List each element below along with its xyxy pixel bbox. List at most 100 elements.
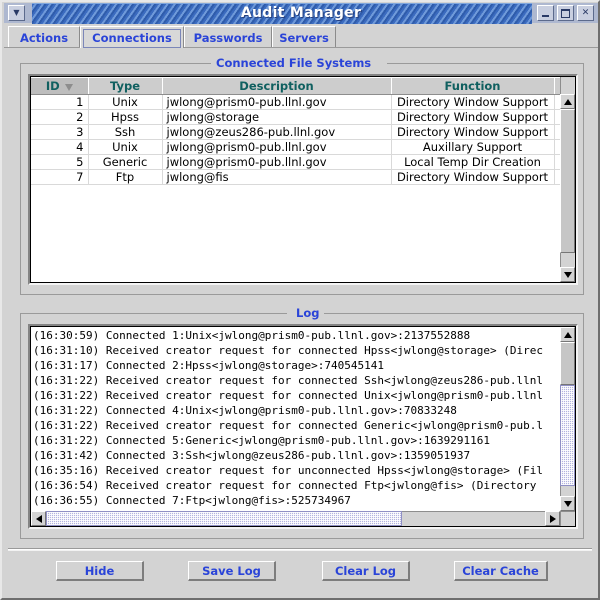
- log-scroll-left-button[interactable]: [31, 511, 46, 526]
- log-line: (16:31:42) Connected 3:Ssh<jwlong@zeus28…: [33, 449, 471, 462]
- log-title: Log: [291, 306, 325, 320]
- tab-passwords[interactable]: Passwords: [184, 26, 272, 48]
- log-viewport: (16:30:59) Connected 1:Unix<jwlong@prism…: [30, 326, 576, 527]
- minimize-button[interactable]: [537, 5, 554, 21]
- tab-strip: Actions Connections Passwords Servers: [4, 24, 598, 48]
- log-scrollpane: (16:30:59) Connected 1:Unix<jwlong@prism…: [28, 324, 578, 529]
- table-row[interactable]: 5 Generic jwlong@prism0-pub.llnl.gov Loc…: [31, 154, 560, 170]
- log-line: (16:30:59) Connected 1:Unix<jwlong@prism…: [33, 329, 471, 342]
- connected-file-systems-group: Connected File Systems ID Type Descripti…: [20, 56, 584, 295]
- arrow-up-icon: [563, 98, 572, 105]
- log-scroll-down-button[interactable]: [560, 496, 575, 511]
- column-header-id[interactable]: ID: [31, 77, 89, 95]
- cell-description: jwlong@fis: [162, 169, 392, 185]
- table-vertical-scrollbar[interactable]: [560, 77, 575, 282]
- arrow-right-icon: [549, 514, 556, 523]
- table-row[interactable]: 7 Ftp jwlong@fis Directory Window Suppor…: [31, 169, 560, 185]
- log-scroll-right-button[interactable]: [545, 511, 560, 526]
- cell-type: Hpss: [88, 109, 163, 125]
- log-scroll-thumb[interactable]: [560, 385, 575, 486]
- clear-log-button[interactable]: Clear Log: [322, 561, 410, 581]
- log-line: (16:31:22) Connected 5:Generic<jwlong@pr…: [33, 434, 490, 447]
- title-bar-pattern: [32, 3, 532, 25]
- column-header-function[interactable]: Function: [391, 77, 555, 95]
- cell-function: Directory Window Support: [391, 169, 555, 185]
- log-line: (16:36:54) Received creator request for …: [33, 479, 543, 492]
- cell-type: Generic: [88, 154, 163, 170]
- table-scroll-up-button[interactable]: [560, 94, 575, 109]
- cell-type: Unix: [88, 94, 163, 110]
- log-vertical-scrollbar[interactable]: [560, 327, 575, 511]
- log-group: Log (16:30:59) Connected 1:Unix<jwlong@p…: [20, 306, 584, 539]
- log-scroll-up-button[interactable]: [560, 327, 575, 342]
- connected-file-systems-title: Connected File Systems: [211, 56, 377, 70]
- log-scroll-corner: [560, 511, 575, 526]
- log-hscroll-thumb[interactable]: [46, 511, 402, 526]
- cell-description: jwlong@prism0-pub.llnl.gov: [162, 94, 392, 110]
- log-line: (16:31:17) Connected 2:Hpss<jwlong@stora…: [33, 359, 384, 372]
- log-line: (16:35:16) Received creator request for …: [33, 464, 543, 477]
- arrow-up-icon: [563, 331, 572, 338]
- log-line: (16:31:10) Received creator request for …: [33, 344, 543, 357]
- table-header-row: ID Type Description Function: [31, 77, 560, 95]
- log-line: (16:31:22) Received creator request for …: [33, 374, 543, 387]
- cell-function: Local Temp Dir Creation: [391, 154, 555, 170]
- title-bar: Audit Manager ▼ ✕: [4, 3, 598, 25]
- cell-type: Ftp: [88, 169, 163, 185]
- window-controls: ✕: [537, 5, 594, 21]
- table-row[interactable]: 3 Ssh jwlong@zeus286-pub.llnl.gov Direct…: [31, 124, 560, 140]
- chevron-down-icon: ▼: [13, 8, 20, 17]
- cell-function: Auxillary Support: [391, 139, 555, 155]
- tab-label: Passwords: [193, 30, 263, 45]
- cell-function: Directory Window Support: [391, 94, 555, 110]
- arrow-down-icon: [563, 500, 572, 507]
- cell-description: jwlong@prism0-pub.llnl.gov: [162, 139, 392, 155]
- tab-focus-ring: [83, 29, 181, 48]
- hide-button[interactable]: Hide: [56, 561, 144, 581]
- save-log-button[interactable]: Save Log: [188, 561, 276, 581]
- log-text-area[interactable]: (16:30:59) Connected 1:Unix<jwlong@prism…: [31, 327, 560, 511]
- maximize-icon: [561, 8, 570, 18]
- log-line: (16:36:55) Connected 7:Ftp<jwlong@fis>:5…: [33, 494, 351, 507]
- arrow-left-icon: [35, 514, 42, 523]
- cell-type: Ssh: [88, 124, 163, 140]
- cell-description: jwlong@prism0-pub.llnl.gov: [162, 154, 392, 170]
- tab-label: Actions: [19, 30, 69, 45]
- log-scroll-track-upper[interactable]: [560, 342, 575, 385]
- column-header-type[interactable]: Type: [88, 77, 163, 95]
- log-line: (16:31:22) Received creator request for …: [33, 419, 543, 432]
- column-header-label: Type: [109, 79, 140, 93]
- tab-connections[interactable]: Connections: [80, 26, 184, 48]
- column-header-description[interactable]: Description: [162, 77, 392, 95]
- cell-id: 3: [31, 124, 89, 140]
- button-row: Hide Save Log Clear Log Clear Cache: [8, 550, 592, 594]
- column-header-label: ID: [45, 79, 60, 93]
- cell-id: 7: [31, 169, 89, 185]
- cell-function: Directory Window Support: [391, 124, 555, 140]
- cell-function: Directory Window Support: [391, 109, 555, 125]
- table-viewport: ID Type Description Function 1 Unix jwlo…: [30, 76, 576, 283]
- cell-description: jwlong@zeus286-pub.llnl.gov: [162, 124, 392, 140]
- log-horizontal-scrollbar[interactable]: [31, 511, 560, 526]
- file-systems-table: ID Type Description Function 1 Unix jwlo…: [31, 77, 560, 185]
- close-button[interactable]: ✕: [577, 5, 594, 21]
- table-scroll-down-button[interactable]: [560, 267, 575, 282]
- tab-label: Servers: [279, 30, 329, 45]
- tab-actions[interactable]: Actions: [8, 26, 80, 48]
- table-row[interactable]: 4 Unix jwlong@prism0-pub.llnl.gov Auxill…: [31, 139, 560, 155]
- tab-servers[interactable]: Servers: [272, 26, 336, 48]
- clear-cache-button[interactable]: Clear Cache: [454, 561, 548, 581]
- cell-id: 2: [31, 109, 89, 125]
- log-line: (16:31:22) Connected 4:Unix<jwlong@prism…: [33, 404, 457, 417]
- button-label: Clear Cache: [462, 563, 539, 578]
- table-row[interactable]: 1 Unix jwlong@prism0-pub.llnl.gov Direct…: [31, 94, 560, 110]
- file-systems-table-container: ID Type Description Function 1 Unix jwlo…: [31, 77, 560, 282]
- table-row[interactable]: 2 Hpss jwlong@storage Directory Window S…: [31, 109, 560, 125]
- button-label: Hide: [84, 563, 115, 578]
- maximize-button[interactable]: [557, 5, 574, 21]
- window-menu-button[interactable]: ▼: [8, 5, 25, 21]
- log-line: (16:31:22) Received creator request for …: [33, 389, 543, 402]
- cell-id: 4: [31, 139, 89, 155]
- table-scroll-thumb[interactable]: [560, 109, 575, 253]
- window-menu-button-group: ▼: [8, 5, 28, 22]
